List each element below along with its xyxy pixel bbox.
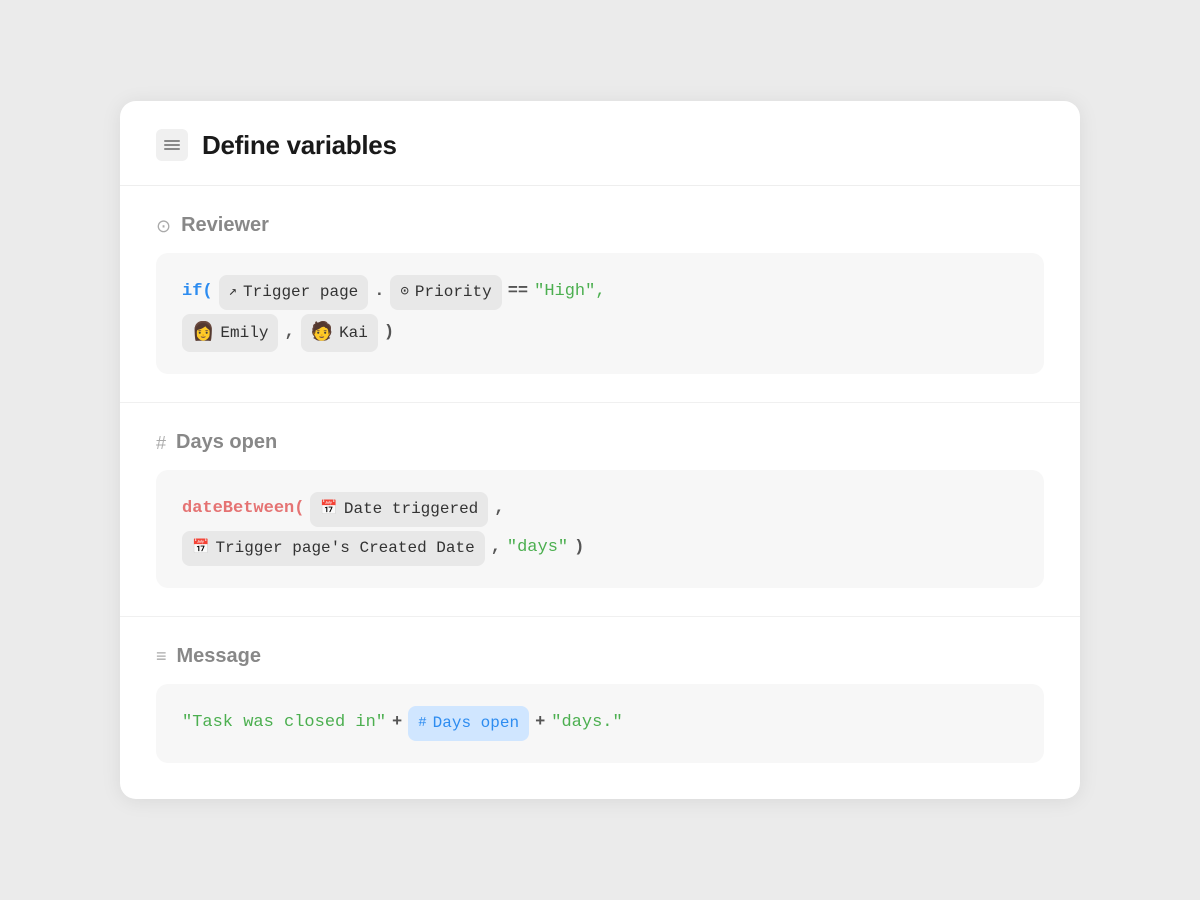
reviewer-label: Reviewer	[181, 214, 269, 237]
lines-icon: ≡	[156, 647, 167, 665]
dot-operator: .	[374, 277, 384, 308]
chevron-down-icon: ⊙	[400, 280, 408, 305]
message-label-row: ≡ Message	[156, 645, 1044, 668]
days-open-var-pill[interactable]: # Days open	[408, 706, 529, 741]
task-closed-string: "Task was closed in"	[182, 708, 386, 739]
days-unit: "days"	[507, 533, 568, 564]
emily-avatar-icon: 👩	[192, 317, 214, 349]
days-open-code-block: dateBetween( 📅 Date triggered , 📅 Trigge…	[156, 470, 1044, 588]
person-circle-icon: ⊙	[156, 217, 171, 235]
hash-icon: #	[156, 434, 166, 452]
days-open-section: # Days open dateBetween( 📅 Date triggere…	[120, 403, 1080, 617]
close-paren-days: )	[574, 533, 584, 564]
emily-label: Emily	[220, 319, 268, 348]
days-open-var-label: Days open	[433, 709, 519, 738]
days-string: "days."	[551, 708, 622, 739]
reviewer-label-row: ⊙ Reviewer	[156, 214, 1044, 237]
kai-label: Kai	[339, 319, 368, 348]
comma1: ,	[284, 318, 294, 349]
priority-pill[interactable]: ⊙ Priority	[390, 275, 501, 310]
reviewer-code-line-1: if( ↗ Trigger page . ⊙ Priority == "High…	[182, 275, 1018, 310]
created-date-label: Trigger page's Created Date	[215, 534, 474, 563]
message-code-block: "Task was closed in" + # Days open + "da…	[156, 684, 1044, 763]
comma-date1: ,	[494, 494, 504, 525]
created-date-pill[interactable]: 📅 Trigger page's Created Date	[182, 531, 485, 566]
card-header: Define variables	[120, 101, 1080, 186]
close-paren-reviewer: )	[384, 318, 394, 349]
reviewer-section: ⊙ Reviewer if( ↗ Trigger page . ⊙ Priori…	[120, 186, 1080, 403]
plus-operator-1: +	[392, 708, 402, 739]
message-section: ≡ Message "Task was closed in" + # Days …	[120, 617, 1080, 799]
if-keyword: if(	[182, 277, 213, 308]
days-open-code-line-1: dateBetween( 📅 Date triggered ,	[182, 492, 1018, 527]
hash-var-icon: #	[418, 711, 426, 736]
high-value: "High",	[534, 277, 605, 308]
main-card: Define variables ⊙ Reviewer if( ↗ Trigge…	[120, 101, 1080, 799]
calendar-icon-1: 📅	[320, 497, 337, 522]
priority-label: Priority	[415, 278, 492, 307]
equals-operator: ==	[508, 277, 528, 308]
message-label: Message	[177, 645, 262, 668]
trigger-page-pill[interactable]: ↗ Trigger page	[219, 275, 369, 310]
comma-date2: ,	[491, 533, 501, 564]
days-open-label: Days open	[176, 431, 277, 454]
kai-pill[interactable]: 🧑 Kai	[301, 314, 378, 352]
kai-avatar-icon: 🧑	[311, 317, 333, 349]
date-triggered-label: Date triggered	[344, 495, 478, 524]
menu-icon	[156, 129, 188, 161]
datebetween-keyword: dateBetween(	[182, 494, 304, 525]
plus-operator-2: +	[535, 708, 545, 739]
arrow-icon: ↗	[229, 280, 237, 305]
calendar-icon-2: 📅	[192, 536, 209, 561]
days-open-label-row: # Days open	[156, 431, 1044, 454]
trigger-page-label: Trigger page	[243, 278, 358, 307]
page-title: Define variables	[202, 130, 397, 161]
emily-pill[interactable]: 👩 Emily	[182, 314, 278, 352]
reviewer-code-line-2: 👩 Emily , 🧑 Kai )	[182, 314, 1018, 352]
reviewer-code-block: if( ↗ Trigger page . ⊙ Priority == "High…	[156, 253, 1044, 374]
date-triggered-pill[interactable]: 📅 Date triggered	[310, 492, 488, 527]
days-open-code-line-2: 📅 Trigger page's Created Date , "days" )	[182, 531, 1018, 566]
message-code-line: "Task was closed in" + # Days open + "da…	[182, 706, 1018, 741]
